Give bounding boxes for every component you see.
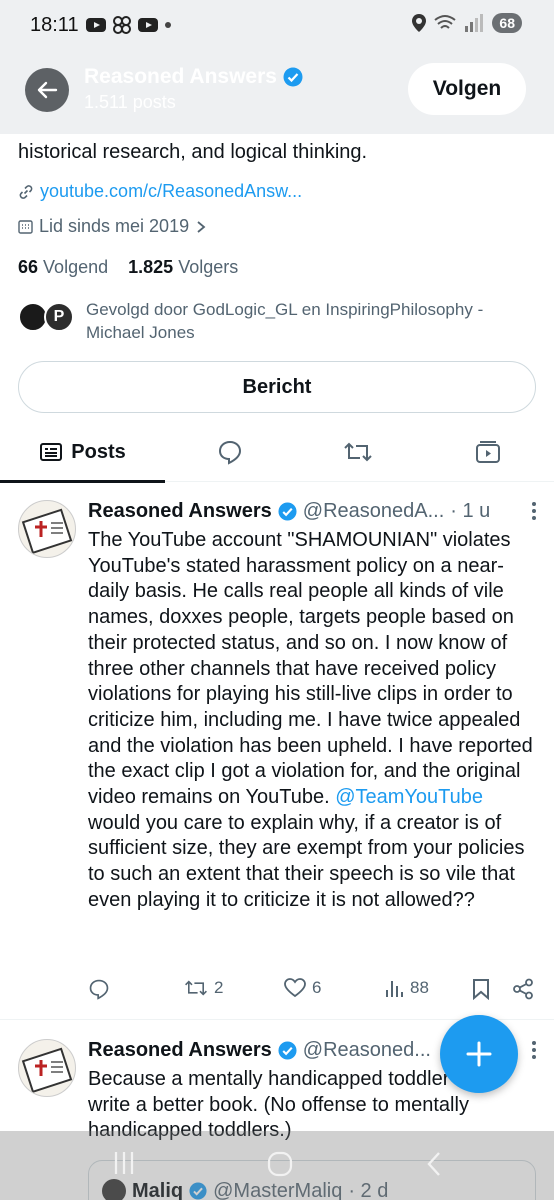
youtube-notification-icon [86, 18, 106, 32]
profile-bio: historical research, and logical thinkin… [18, 141, 368, 163]
follow-button[interactable]: Volgen [408, 63, 526, 115]
home-icon [267, 1151, 293, 1177]
repost-icon [185, 980, 207, 996]
wifi-icon [434, 15, 457, 29]
avatar[interactable] [18, 500, 76, 558]
like-button[interactable]: 6 [284, 978, 321, 998]
tab-posts[interactable]: Posts [0, 422, 165, 483]
profile-tabs: Posts [0, 422, 554, 483]
avatar: P [44, 302, 74, 332]
more-options-icon[interactable] [530, 500, 538, 528]
bookmark-button[interactable] [472, 978, 490, 1000]
following-count: 66 [18, 257, 39, 277]
reply-icon [218, 440, 242, 465]
chevron-right-icon [197, 220, 206, 233]
share-icon [513, 978, 533, 1000]
bio-clip-mask [0, 134, 554, 140]
tweet-header: Reasoned Answers @ReasonedA... · 1 u [88, 500, 538, 523]
views-count: 88 [410, 978, 429, 997]
header-posts-count: 1.511 posts [84, 92, 176, 112]
profile-link[interactable]: youtube.com/c/ReasonedAnsw... [18, 181, 302, 202]
compose-button[interactable] [440, 1015, 518, 1093]
status-bar: 18:11 68 [0, 0, 554, 52]
dot-icon [165, 22, 171, 28]
youtube-notification-icon [138, 18, 158, 32]
tweet-author-name[interactable]: Reasoned Answers [88, 1039, 272, 1062]
repost-icon [344, 442, 372, 462]
bookmark-icon [473, 979, 489, 1000]
followers-stat[interactable]: 1.825 Volgers [128, 257, 238, 277]
tweet-text: The YouTube account "SHAMOUNIAN" violate… [88, 528, 536, 914]
verified-badge-icon [283, 67, 303, 87]
repost-count: 2 [214, 978, 224, 997]
home-button[interactable] [266, 1150, 294, 1183]
reply-icon [89, 979, 109, 1000]
battery-indicator: 68 [492, 13, 522, 33]
tweet-time: · 1 u [450, 500, 491, 522]
tweet-author-name[interactable]: Reasoned Answers [88, 500, 272, 523]
calendar-icon [18, 220, 33, 234]
repost-button[interactable]: 2 [184, 978, 223, 998]
tab-reposts[interactable] [328, 422, 388, 482]
tweet-text-part: would you care to explain why, if a crea… [88, 811, 525, 911]
tweet[interactable]: Reasoned Answers @ReasonedA... · 1 u The… [0, 482, 554, 1020]
bible-logo-icon [21, 508, 73, 554]
recents-icon [114, 1152, 134, 1174]
back-chevron-icon [427, 1152, 440, 1176]
notification-icons [86, 15, 172, 35]
app-notification-icon [113, 16, 131, 34]
back-nav-button[interactable] [424, 1150, 444, 1183]
header-name: Reasoned Answers [84, 65, 277, 88]
following-label: Volgend [43, 257, 109, 277]
avatar[interactable] [18, 1039, 76, 1097]
system-icons: 68 [412, 13, 522, 33]
profile-link-text[interactable]: youtube.com/c/ReasonedAnsw... [40, 181, 302, 202]
verified-badge-icon [278, 1041, 297, 1060]
message-button[interactable]: Bericht [18, 361, 536, 413]
status-time: 18:11 [30, 14, 79, 36]
arrow-left-icon [37, 81, 58, 99]
plus-icon [466, 1041, 492, 1067]
follow-stats: 66 Volgend 1.825 Volgers [18, 257, 238, 278]
link-icon [19, 184, 33, 199]
reply-button[interactable] [88, 978, 110, 1000]
header-name-row: Reasoned Answers [84, 65, 303, 89]
following-stat[interactable]: 66 Volgend [18, 257, 108, 277]
more-options-icon[interactable] [530, 1039, 538, 1067]
share-button[interactable] [512, 978, 534, 1000]
tweet-actions: 2 6 88 [88, 978, 538, 1006]
tweet-text-part: The YouTube account "SHAMOUNIAN" violate… [88, 529, 533, 809]
followed-by-text: Gevolgd door GodLogic_GL en InspiringPhi… [86, 300, 484, 342]
tab-media[interactable] [458, 422, 518, 482]
back-button[interactable] [25, 68, 69, 112]
tab-replies[interactable] [200, 422, 260, 482]
profile-header-bar: 18:11 68 Reasoned Answers 1.511 posts Vo… [0, 0, 554, 134]
joined-date-row[interactable]: Lid sinds mei 2019 [18, 216, 207, 237]
followers-label: Volgers [178, 257, 239, 277]
like-count: 6 [312, 978, 322, 997]
tab-posts-label: Posts [71, 440, 126, 463]
followed-by-row[interactable]: P Gevolgd door GodLogic_GL en InspiringP… [18, 298, 538, 344]
joined-date: Lid sinds mei 2019 [39, 216, 190, 236]
followers-count: 1.825 [128, 257, 174, 277]
signal-icon [465, 14, 484, 32]
recents-button[interactable] [112, 1150, 136, 1181]
views-icon [386, 981, 403, 997]
mention-link[interactable]: @TeamYouTube [335, 786, 483, 808]
video-icon [476, 441, 500, 463]
heart-icon [284, 978, 306, 998]
bible-logo-icon [21, 1047, 73, 1093]
posts-icon [40, 443, 63, 461]
location-icon [412, 14, 427, 32]
tweet-handle[interactable]: @Reasoned... [303, 1039, 431, 1062]
follower-avatars: P [18, 298, 76, 332]
views-button[interactable]: 88 [384, 978, 429, 998]
verified-badge-icon [278, 502, 297, 521]
tweet-handle[interactable]: @ReasonedA... [303, 500, 445, 523]
